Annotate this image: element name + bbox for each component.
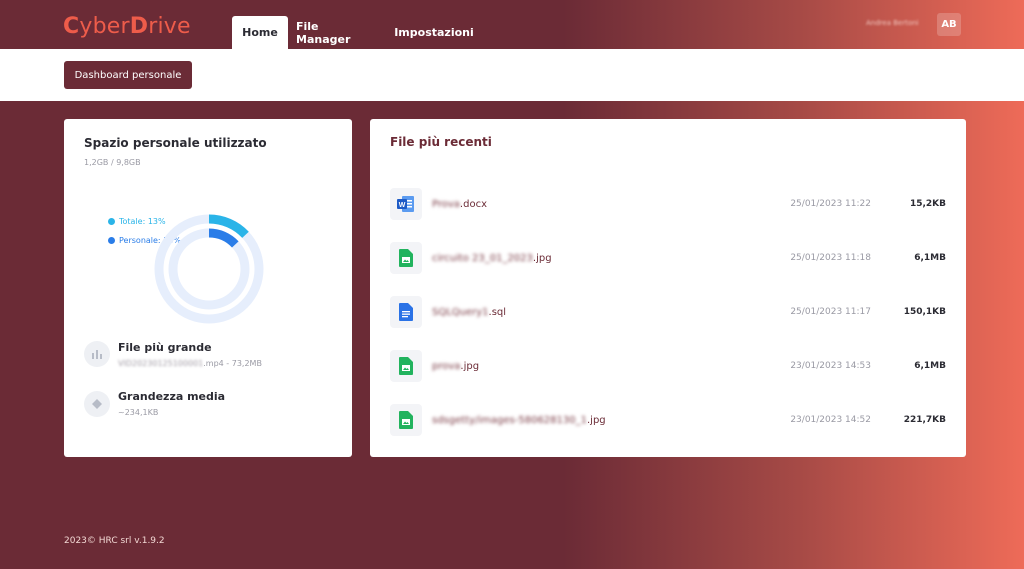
largest-file-size: .mp4 - 73,2MB: [203, 359, 262, 368]
dashboard-personale-button[interactable]: Dashboard personale: [64, 61, 192, 89]
file-extension: .docx: [459, 199, 487, 210]
average-size-title: Grandezza media: [118, 390, 226, 403]
file-date: 25/01/2023 11:22: [790, 199, 871, 209]
file-name[interactable]: sdsgetty/images-580628130_1.jpg: [432, 415, 606, 426]
file-name[interactable]: SQLQuery1.sql: [432, 307, 506, 318]
file-extension: .jpg: [460, 361, 480, 372]
file-size: 15,2KB: [909, 199, 946, 209]
tab-home[interactable]: Home: [232, 16, 288, 49]
tab-impostazioni[interactable]: Impostazioni: [392, 16, 476, 49]
top-navbar: CyberDrive Home File Manager Impostazion…: [0, 0, 1024, 49]
file-size: 221,7KB: [903, 415, 946, 425]
file-name[interactable]: circuito 23_01_2023.jpg: [432, 253, 552, 264]
largest-file-name: VID20230125100001: [118, 359, 204, 368]
user-name: Andrea Bertoni: [866, 19, 919, 27]
image-file-icon: [390, 404, 422, 436]
file-date: 25/01/2023 11:18: [790, 253, 871, 263]
file-date: 25/01/2023 11:17: [790, 307, 871, 317]
file-row[interactable]: prova.jpg 23/01/2023 14:53 6,1MB: [390, 350, 946, 384]
diamond-icon: [84, 391, 110, 417]
file-name-base: circuito 23_01_2023: [432, 253, 533, 264]
bar-chart-icon: [84, 341, 110, 367]
storage-radial-chart: [154, 214, 264, 324]
document-file-icon: [390, 296, 422, 328]
storage-title: Spazio personale utilizzato: [84, 136, 267, 150]
footer-text: 2023© HRC srl v.1.9.2: [64, 536, 165, 546]
avatar[interactable]: AB: [937, 13, 961, 36]
largest-file-detail: VID20230125100001.mp4 - 73,2MB: [118, 359, 262, 368]
logo-text-yber: yber: [79, 14, 130, 39]
legend-total-dot: [108, 218, 115, 225]
file-row[interactable]: circuito 23_01_2023.jpg 25/01/2023 11:18…: [390, 242, 946, 276]
file-size: 6,1MB: [914, 361, 946, 371]
file-row[interactable]: SQLQuery1.sql 25/01/2023 11:17 150,1KB: [390, 296, 946, 330]
legend-personal-dot: [108, 237, 115, 244]
file-extension: .jpg: [587, 415, 606, 426]
storage-amount: 1,2GB / 9,8GB: [84, 158, 141, 167]
storage-card: Spazio personale utilizzato 1,2GB / 9,8G…: [64, 119, 352, 457]
average-size-value: ~234,1KB: [118, 408, 159, 417]
file-name-base: Prova: [432, 199, 460, 210]
file-name-base: SQLQuery1: [432, 307, 489, 318]
file-date: 23/01/2023 14:53: [790, 361, 871, 371]
file-name-base: prova: [432, 361, 461, 372]
logo-text-rive: rive: [148, 14, 191, 39]
file-name-base: sdsgetty/images-580628130_1: [432, 415, 587, 426]
word-doc-icon: W: [390, 188, 422, 220]
file-extension: .jpg: [532, 253, 552, 264]
tab-file-manager[interactable]: File Manager: [296, 16, 376, 49]
recent-files-card: File più recenti W Prova.docx 25/01/2023…: [370, 119, 966, 457]
file-size: 6,1MB: [914, 253, 946, 263]
file-row[interactable]: W Prova.docx 25/01/2023 11:22 15,2KB: [390, 188, 946, 222]
file-name[interactable]: prova.jpg: [432, 361, 479, 372]
logo-letter-d: D: [129, 14, 149, 39]
file-name[interactable]: Prova.docx: [432, 199, 487, 210]
file-date: 23/01/2023 14:52: [790, 415, 871, 425]
recent-files-title: File più recenti: [390, 135, 492, 149]
file-size: 150,1KB: [903, 307, 946, 317]
largest-file-title: File più grande: [118, 341, 212, 354]
file-extension: .sql: [488, 307, 507, 318]
logo-letter-c: C: [63, 14, 80, 39]
sub-toolbar: Dashboard personale: [0, 49, 1024, 101]
cyberdrive-logo[interactable]: CyberDrive: [63, 14, 191, 39]
image-file-icon: [390, 350, 422, 382]
svg-text:W: W: [399, 202, 406, 209]
file-row[interactable]: sdsgetty/images-580628130_1.jpg 23/01/20…: [390, 404, 946, 438]
image-file-icon: [390, 242, 422, 274]
